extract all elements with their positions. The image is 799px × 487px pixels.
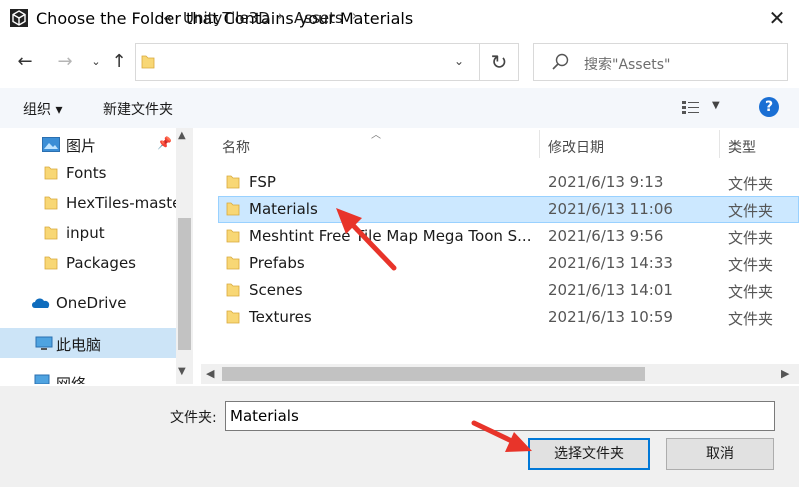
file-date: 2021/6/13 9:13 [548,173,664,191]
nav-item-network[interactable]: 网络 [0,368,176,384]
folder-icon [226,175,240,189]
table-row[interactable]: Textures 2021/6/13 10:59 文件夹 [218,304,799,331]
nav-item-pictures[interactable]: 图片 📌 [0,130,176,158]
table-row[interactable]: FSP 2021/6/13 9:13 文件夹 [218,169,799,196]
column-divider[interactable] [719,130,720,158]
pin-icon[interactable]: 📌 [157,136,172,150]
file-type: 文件夹 [728,175,774,193]
file-type: 文件夹 [728,229,774,247]
search-placeholder: 搜索"Assets" [584,57,671,73]
folder-icon [226,310,240,324]
table-row[interactable]: Prefabs 2021/6/13 14:33 文件夹 [218,250,799,277]
file-date: 2021/6/13 14:33 [548,254,673,272]
address-segment-unitytile3d[interactable]: UnityTile3D [183,9,270,27]
file-date: 2021/6/13 14:01 [548,281,673,299]
folder-icon [44,166,58,180]
pc-icon [35,336,53,350]
cancel-button[interactable]: 取消 [666,438,774,470]
folder-field-label: 文件夹: [170,410,217,426]
file-name: Textures [249,308,312,326]
nav-scroll-thumb[interactable] [178,218,191,350]
nav-item-label: 此电脑 [56,336,102,354]
file-name: Prefabs [249,254,305,272]
file-name: Scenes [249,281,303,299]
select-folder-button[interactable]: 选择文件夹 [528,438,650,470]
close-icon[interactable]: ✕ [766,7,788,29]
sort-ascending-icon: ︿ [371,130,381,141]
file-type: 文件夹 [728,202,774,220]
address-chevron-icon[interactable]: › [352,9,357,24]
folder-icon [44,256,58,270]
nav-item-label: Packages [66,254,136,272]
table-row-selected[interactable]: Materials 2021/6/13 11:06 文件夹 [218,196,799,223]
navigation-pane: 图片 📌 Fonts HexTiles-maste input Packages… [0,128,193,384]
search-icon [552,53,569,70]
view-options-icon[interactable] [681,99,701,115]
file-name: FSP [249,173,276,191]
scroll-right-icon[interactable]: ▶ [781,367,789,380]
nav-item-label: Fonts [66,164,107,182]
up-arrow-icon[interactable]: ↑ [105,48,133,76]
column-divider[interactable] [539,130,540,158]
address-overflow[interactable]: « [163,9,172,27]
refresh-icon[interactable]: ↻ [479,43,519,81]
table-row[interactable]: Scenes 2021/6/13 14:01 文件夹 [218,277,799,304]
back-arrow-icon[interactable]: ← [11,48,39,76]
nav-item-label: input [66,224,105,242]
address-dropdown-icon[interactable]: ⌄ [448,50,470,72]
file-type: 文件夹 [728,256,774,274]
folder-icon [141,55,155,69]
new-folder-button[interactable]: 新建文件夹 [103,99,173,119]
unity-icon [10,9,28,27]
folder-name-field[interactable] [225,401,775,431]
nav-item-input[interactable]: input [0,219,176,247]
scroll-left-icon[interactable]: ◀ [206,367,214,380]
network-icon [34,374,50,384]
nav-item-label: OneDrive [56,294,127,312]
scroll-up-icon[interactable]: ▲ [178,130,186,141]
view-dropdown-icon[interactable]: ▼ [712,100,720,111]
folder-icon [226,283,240,297]
folder-icon [226,229,240,243]
table-row[interactable]: Meshtint Free Tile Map Mega Toon S... 20… [218,223,799,250]
onedrive-icon [32,298,50,308]
file-name: Materials [249,200,318,218]
column-header-date[interactable]: 修改日期 [548,137,604,157]
file-date: 2021/6/13 10:59 [548,308,673,326]
file-date: 2021/6/13 11:06 [548,200,673,218]
address-bar[interactable] [135,43,480,81]
file-date: 2021/6/13 9:56 [548,227,664,245]
file-type: 文件夹 [728,283,774,301]
folder-icon [226,202,240,216]
forward-arrow-icon[interactable]: → [51,48,79,76]
folder-icon [44,196,58,210]
nav-item-label: 图片 [66,137,97,155]
column-header-type[interactable]: 类型 [728,137,756,157]
folder-icon [44,226,58,240]
nav-item-label: HexTiles-maste [66,194,182,212]
nav-item-fonts[interactable]: Fonts [0,159,176,187]
file-name: Meshtint Free Tile Map Mega Toon S... [249,227,532,245]
nav-item-packages[interactable]: Packages [0,249,176,277]
nav-item-this-pc[interactable]: 此电脑 [0,328,176,358]
address-segment-assets[interactable]: Assets [294,9,343,27]
file-type: 文件夹 [728,310,774,328]
address-chevron-icon[interactable]: › [278,9,283,24]
nav-item-hextiles[interactable]: HexTiles-maste [0,189,181,217]
column-header-name[interactable]: 名称 [222,137,250,157]
help-icon[interactable]: ? [759,97,779,117]
nav-item-onedrive[interactable]: OneDrive [0,289,176,317]
organize-button[interactable]: 组织 ▾ [23,99,62,119]
nav-item-label: 网络 [56,375,87,384]
scroll-down-icon[interactable]: ▼ [178,366,186,377]
horizontal-scroll-thumb[interactable] [222,367,645,381]
pictures-icon [42,137,60,152]
folder-icon [226,256,240,270]
